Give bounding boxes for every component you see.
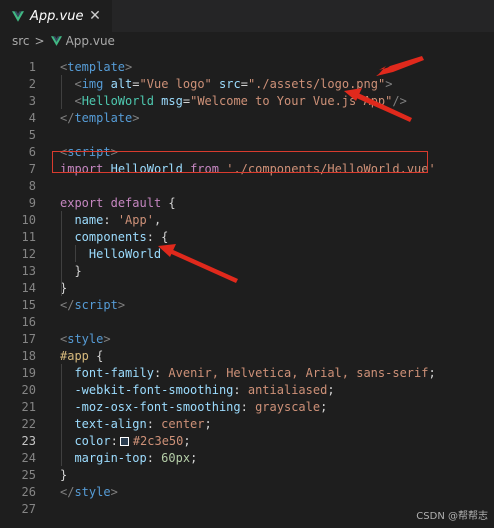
arrow-line-3 bbox=[344, 88, 412, 122]
arrow-line-2 bbox=[376, 56, 424, 76]
annotation-arrows bbox=[158, 56, 424, 283]
arrow-line-12 bbox=[158, 244, 238, 283]
watermark: CSDN @帮帮志 bbox=[416, 511, 488, 522]
